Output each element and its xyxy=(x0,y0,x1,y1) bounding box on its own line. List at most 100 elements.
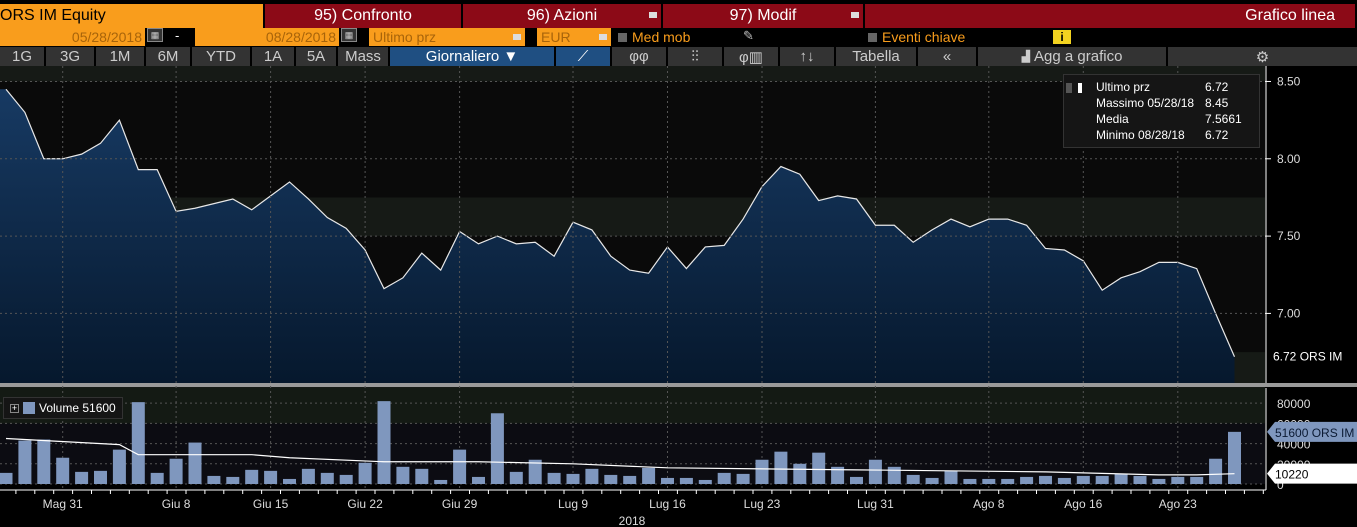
volume-bar xyxy=(472,476,485,484)
volume-bar xyxy=(547,472,561,484)
volume-bar xyxy=(604,474,618,484)
x-tick-label: Giu 22 xyxy=(347,497,383,511)
range-1m[interactable]: 1M xyxy=(96,47,146,66)
volume-bar xyxy=(415,468,429,484)
range-1a[interactable]: 1A xyxy=(252,47,296,66)
volume-bar xyxy=(320,472,334,484)
candles-icon[interactable]: ⫶⫶ xyxy=(668,47,724,66)
x-tick-label: Giu 8 xyxy=(162,497,191,511)
volume-bar xyxy=(509,471,523,484)
volume-bar xyxy=(1095,475,1109,484)
volume-bar xyxy=(1057,477,1071,484)
volume-bar xyxy=(0,472,13,484)
chart-type-title: Grafico linea xyxy=(865,4,1357,28)
x-tick-label: Ago 23 xyxy=(1159,497,1197,511)
expand-icon[interactable]: + xyxy=(10,403,19,413)
pencil-icon[interactable]: ✎ xyxy=(743,28,863,46)
volume-bar xyxy=(679,477,693,484)
volume-bar xyxy=(301,468,315,484)
field-select[interactable]: Ultimo prz xyxy=(369,28,527,46)
volume-bar xyxy=(396,466,410,484)
volume-bar xyxy=(188,442,202,484)
volume-bar xyxy=(112,449,126,484)
price-legend: Ultimo prz 6.72 Massimo 05/28/18 8.45 Medi… xyxy=(1063,74,1260,148)
add-to-chart-button[interactable]: ▟ Agg a grafico xyxy=(978,47,1168,66)
range-5a[interactable]: 5A xyxy=(296,47,338,66)
chevron-down-icon xyxy=(513,34,521,40)
chevron-down-icon xyxy=(851,12,859,18)
last-price-label: 6.72 ORS IM xyxy=(1273,350,1342,364)
x-tick-label: Lug 9 xyxy=(558,497,588,511)
ticker-field[interactable]: ORS IM Equity xyxy=(0,4,265,28)
x-tick-label: Giu 29 xyxy=(442,497,478,511)
ma-value-label: 10220 xyxy=(1275,468,1309,482)
x-tick-label: Lug 16 xyxy=(649,497,686,511)
volume-bar xyxy=(698,479,712,484)
volume-bar xyxy=(131,402,145,484)
volume-bar xyxy=(1171,476,1185,484)
edit-menu[interactable]: 97) Modif xyxy=(663,4,865,28)
table-button[interactable]: Tabella xyxy=(836,47,918,66)
price-tick-label: 8.50 xyxy=(1277,74,1301,88)
volume-bar xyxy=(245,469,259,484)
volume-bar xyxy=(1209,458,1223,484)
volume-bar xyxy=(1001,478,1015,484)
volume-bar xyxy=(434,479,448,484)
x-tick-label: Lug 31 xyxy=(857,497,894,511)
line-chart-icon[interactable]: ⟋ xyxy=(556,47,612,66)
year-label: 2018 xyxy=(619,514,646,527)
chevron-down-icon xyxy=(649,12,657,18)
x-tick-label: Mag 31 xyxy=(43,497,83,511)
range-1g[interactable]: 1G xyxy=(0,47,46,66)
volume-bar xyxy=(226,476,240,484)
period-select[interactable]: Giornaliero ▼ xyxy=(390,47,556,66)
volume-bar xyxy=(661,477,674,484)
end-date-input[interactable]: 08/28/2018 xyxy=(195,28,339,46)
volume-bar xyxy=(1133,475,1147,484)
volume-bar xyxy=(566,473,580,484)
chevron-down-icon xyxy=(599,34,607,40)
date-separator: - xyxy=(175,28,180,43)
volume-bar xyxy=(75,471,89,484)
range-max[interactable]: Mass xyxy=(338,47,390,66)
legend-swatch-icon xyxy=(1072,83,1082,93)
volume-tick-label: 80000 xyxy=(1277,397,1311,411)
info-icon[interactable]: i xyxy=(1053,30,1071,44)
calendar-icon[interactable]: ▦ xyxy=(147,28,163,42)
volume-bar xyxy=(150,472,164,484)
x-tick-label: Lug 23 xyxy=(744,497,781,511)
actions-menu[interactable]: 96) Azioni xyxy=(463,4,663,28)
volume-bar xyxy=(94,470,107,484)
checkbox-icon[interactable] xyxy=(868,32,877,42)
range-6m[interactable]: 6M xyxy=(146,47,192,66)
volume-bar xyxy=(887,466,901,484)
currency-select[interactable]: EUR xyxy=(537,28,613,46)
settings-gear-icon[interactable]: ⚙ xyxy=(1168,47,1357,66)
volume-bar xyxy=(868,459,882,484)
start-date-input[interactable]: 05/28/2018 xyxy=(0,28,145,46)
last-volume-label: 51600 ORS IM xyxy=(1275,426,1354,440)
range-3g[interactable]: 3G xyxy=(46,47,96,66)
x-tick-label: Ago 16 xyxy=(1064,497,1102,511)
calendar-icon[interactable]: ▦ xyxy=(341,28,357,42)
range-ytd[interactable]: YTD xyxy=(192,47,252,66)
collapse-button[interactable]: « xyxy=(918,47,978,66)
moving-avg-toggle[interactable]: Med mob xyxy=(613,28,743,46)
volume-bar xyxy=(623,475,637,484)
compare-button[interactable]: 95) Confronto xyxy=(265,4,463,28)
bar-compare-icon[interactable]: φ▥ xyxy=(724,47,780,66)
checkbox-icon[interactable] xyxy=(618,32,627,42)
key-events-toggle[interactable]: Eventi chiave xyxy=(863,28,1053,46)
volume-bar xyxy=(982,478,996,484)
volume-bar xyxy=(736,473,750,484)
ohlc-icon[interactable]: φφ xyxy=(612,47,668,66)
legend-average: Media 7.5661 xyxy=(1096,112,1242,126)
high-low-icon[interactable]: ↑↓ xyxy=(780,47,836,66)
volume-legend: + Volume 51600 xyxy=(3,397,123,419)
volume-bar xyxy=(717,472,731,484)
volume-bar xyxy=(963,478,977,484)
volume-bar xyxy=(358,462,372,484)
volume-bar xyxy=(812,452,826,484)
volume-bar xyxy=(755,459,769,484)
volume-bar xyxy=(1190,476,1204,484)
